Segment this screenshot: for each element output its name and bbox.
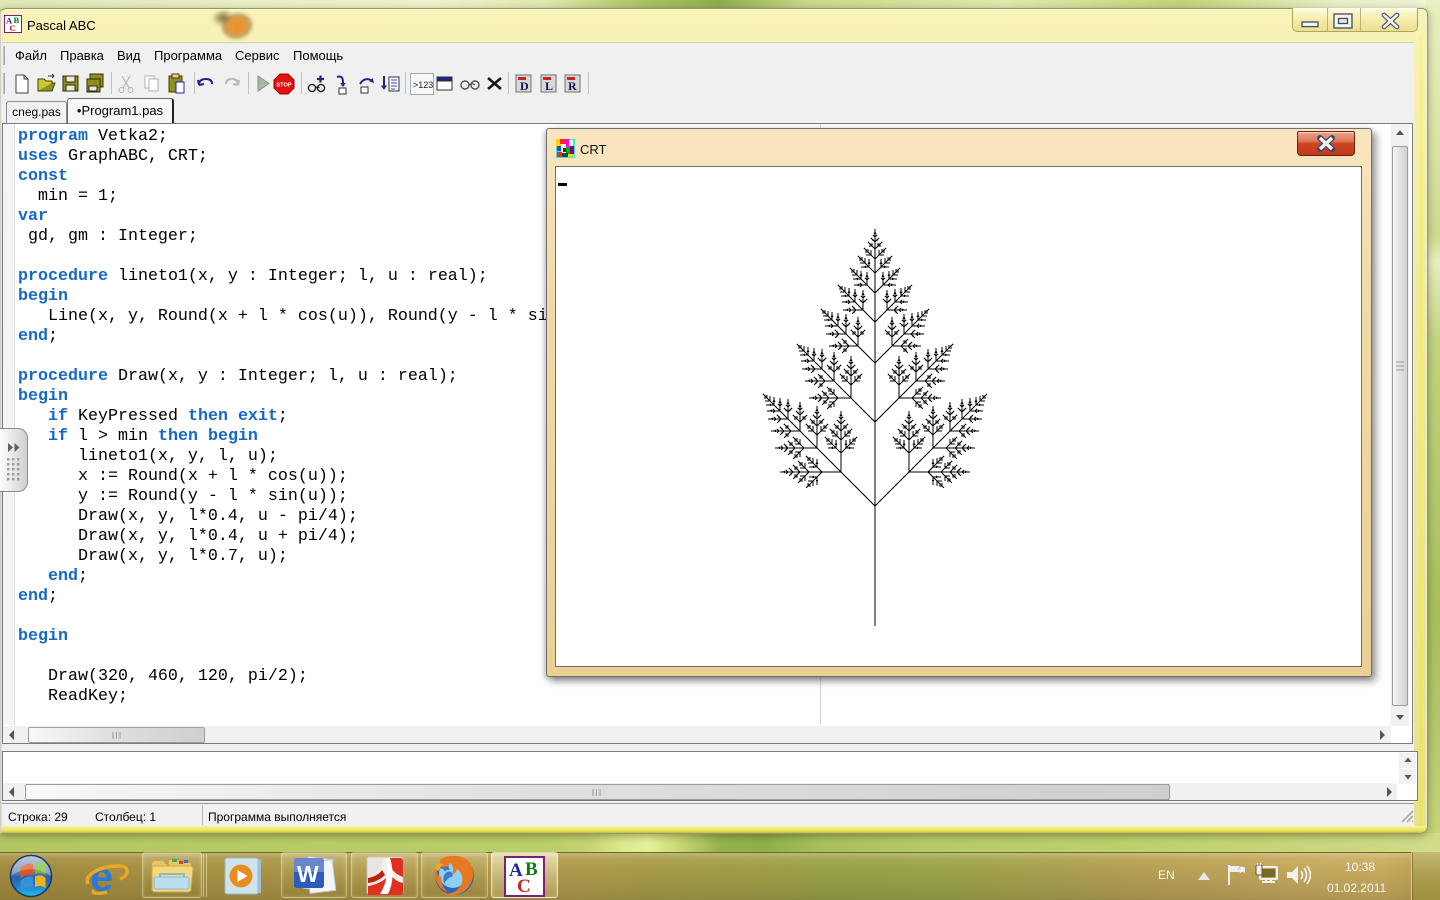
svg-text:L: L [545, 79, 553, 93]
svg-text:C: C [10, 23, 16, 33]
svg-text:STOP: STOP [276, 83, 291, 89]
svg-text:D: D [520, 79, 529, 93]
svg-text:C: C [517, 876, 531, 897]
svg-text:>123: >123 [413, 80, 433, 90]
svg-text:W: W [297, 861, 319, 887]
svg-text:R: R [568, 79, 577, 93]
